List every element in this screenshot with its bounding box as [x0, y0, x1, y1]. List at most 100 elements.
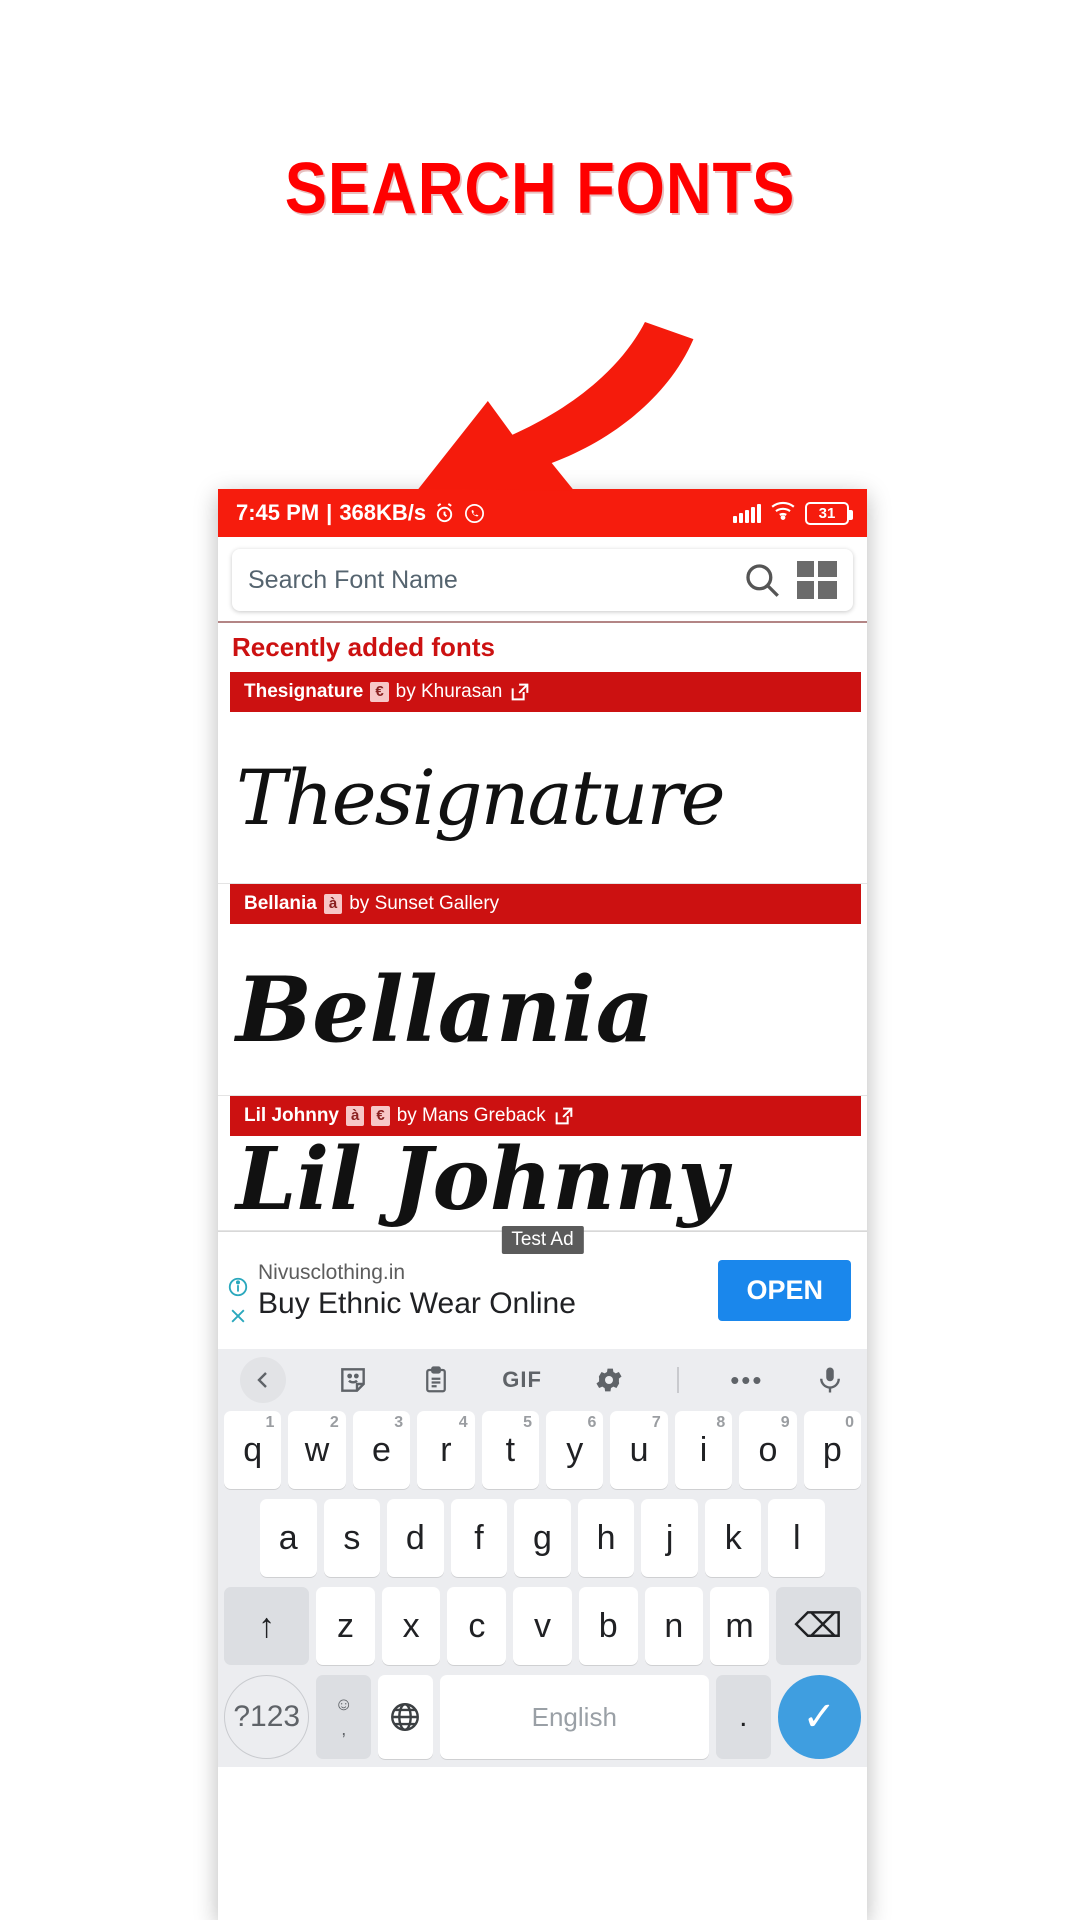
key-label: p: [822, 1430, 842, 1469]
battery-level: 31: [818, 504, 836, 522]
key-e[interactable]: 3e: [352, 1411, 411, 1489]
keyboard: GIF ••• 1q 2w 3e 4r 5t 6y 7u 8i 9 o 0 p …: [218, 1349, 867, 1767]
ad-site: Nivusclothing.in: [258, 1260, 406, 1284]
section-title: Recently added fonts: [218, 621, 867, 672]
status-bar: 7:45 PM | 368KB/s 31: [218, 489, 867, 537]
key-label: r: [440, 1430, 452, 1469]
whatsapp-icon: [463, 502, 486, 525]
ad-badge: Test Ad: [501, 1226, 584, 1254]
key-label: y: [566, 1430, 584, 1469]
enter-key[interactable]: ✓: [777, 1675, 861, 1759]
back-icon[interactable]: [240, 1357, 286, 1403]
key-o[interactable]: 9o: [739, 1411, 797, 1489]
key-p[interactable]: 0p: [803, 1411, 862, 1489]
page-title: SEARCH FONTS: [284, 149, 796, 229]
font-tag: à: [346, 1106, 365, 1126]
key-b[interactable]: b: [578, 1587, 638, 1665]
status-separator: |: [326, 500, 333, 525]
space-key[interactable]: English: [439, 1675, 710, 1759]
ad-banner[interactable]: Test Ad Nivusclothing.in Buy Ethnic Wear…: [218, 1226, 867, 1349]
key-x[interactable]: x: [381, 1587, 441, 1665]
key-f[interactable]: f: [450, 1499, 508, 1577]
key-label: i: [699, 1430, 708, 1469]
font-preview-text: Bellania: [236, 956, 654, 1063]
font-preview-text: Thesignature: [236, 753, 726, 842]
key-label: u: [629, 1430, 649, 1469]
search-input[interactable]: [248, 565, 727, 595]
font-row-header[interactable]: Lil Johnny à € by Mans Greback: [230, 1096, 861, 1136]
more-options-icon[interactable]: •••: [730, 1365, 763, 1396]
key-k[interactable]: k: [704, 1499, 762, 1577]
key-s[interactable]: s: [323, 1499, 381, 1577]
clipboard-icon[interactable]: [421, 1364, 451, 1396]
grid-cell: [818, 581, 837, 599]
key-d[interactable]: d: [387, 1499, 444, 1577]
search-box[interactable]: [232, 549, 853, 611]
key-num-hint: 4: [458, 1414, 468, 1431]
key-z[interactable]: z: [316, 1587, 375, 1665]
key-g[interactable]: g: [514, 1499, 571, 1577]
font-preview[interactable]: Bellania: [218, 924, 867, 1096]
microphone-icon[interactable]: [815, 1363, 845, 1397]
key-v[interactable]: v: [513, 1587, 572, 1665]
shift-key[interactable]: ↑: [224, 1587, 310, 1665]
grid-cell: [818, 561, 837, 577]
battery-icon: 31: [805, 501, 853, 525]
font-name: Bellania: [244, 893, 317, 914]
key-y[interactable]: 6y: [546, 1411, 604, 1489]
grid-view-icon[interactable]: [797, 561, 837, 599]
key-a[interactable]: a: [259, 1499, 317, 1577]
key-num-hint: 6: [587, 1414, 597, 1431]
ad-open-button[interactable]: OPEN: [718, 1260, 851, 1321]
numeric-key[interactable]: ?123: [224, 1675, 310, 1759]
key-l[interactable]: l: [768, 1499, 826, 1577]
toolbar-divider: [676, 1367, 679, 1393]
key-r[interactable]: 4r: [417, 1411, 475, 1489]
font-name: Thesignature: [244, 681, 364, 702]
emoji-comma-key[interactable]: ☺ ,: [316, 1675, 371, 1759]
status-time: 7:45 PM: [236, 500, 320, 525]
ad-text: Nivusclothing.in Buy Ethnic Wear Online: [258, 1261, 718, 1321]
key-t[interactable]: 5t: [481, 1411, 539, 1489]
key-label: w: [304, 1430, 330, 1469]
ad-controls[interactable]: [227, 1276, 249, 1332]
key-u[interactable]: 7u: [610, 1411, 668, 1489]
keyboard-row-4: ?123 ☺ , English . ✓: [218, 1675, 867, 1759]
key-i[interactable]: 8i: [674, 1411, 733, 1489]
font-author: by Sunset Gallery: [349, 893, 500, 914]
signal-bars-icon: [733, 503, 761, 523]
search-icon[interactable]: [741, 559, 783, 601]
key-n[interactable]: n: [644, 1587, 704, 1665]
key-label: e: [372, 1430, 391, 1469]
sticker-icon[interactable]: [337, 1364, 369, 1396]
key-j[interactable]: j: [641, 1499, 698, 1577]
key-num-hint: 3: [394, 1414, 404, 1431]
settings-gear-icon[interactable]: [593, 1364, 625, 1396]
gif-icon[interactable]: GIF: [502, 1367, 542, 1393]
key-num-hint: 1: [265, 1414, 275, 1431]
comma-label: ,: [341, 1719, 347, 1739]
font-tag: €: [371, 1106, 390, 1126]
key-m[interactable]: m: [710, 1587, 769, 1665]
phone-frame: 7:45 PM | 368KB/s 31 Search Font Name Re…: [218, 489, 867, 1920]
font-row-header[interactable]: Thesignature € by Khurasan: [230, 672, 861, 712]
font-tag: €: [370, 682, 389, 702]
backspace-key[interactable]: ⌫: [775, 1587, 861, 1665]
font-name: Lil Johnny: [244, 1105, 339, 1126]
key-h[interactable]: h: [577, 1499, 635, 1577]
period-key[interactable]: .: [716, 1675, 771, 1759]
font-preview[interactable]: Thesignature: [218, 712, 867, 884]
keyboard-row-3: ↑ z x c v b n m ⌫: [218, 1587, 867, 1665]
key-c[interactable]: c: [447, 1587, 507, 1665]
close-icon[interactable]: [228, 1306, 248, 1332]
key-label: t: [505, 1430, 516, 1469]
font-preview[interactable]: Lil Johnny: [218, 1136, 867, 1231]
keyboard-row-1: 1q 2w 3e 4r 5t 6y 7u 8i 9o 0p: [218, 1411, 867, 1489]
language-globe-key[interactable]: [377, 1675, 433, 1759]
font-row-header[interactable]: Bellania à by Sunset Gallery: [230, 884, 861, 924]
external-link-icon[interactable]: [553, 1105, 575, 1127]
external-link-icon[interactable]: [509, 681, 531, 703]
key-w[interactable]: 2w: [288, 1411, 346, 1489]
info-icon[interactable]: [227, 1276, 249, 1304]
key-q[interactable]: 1q: [223, 1411, 282, 1489]
